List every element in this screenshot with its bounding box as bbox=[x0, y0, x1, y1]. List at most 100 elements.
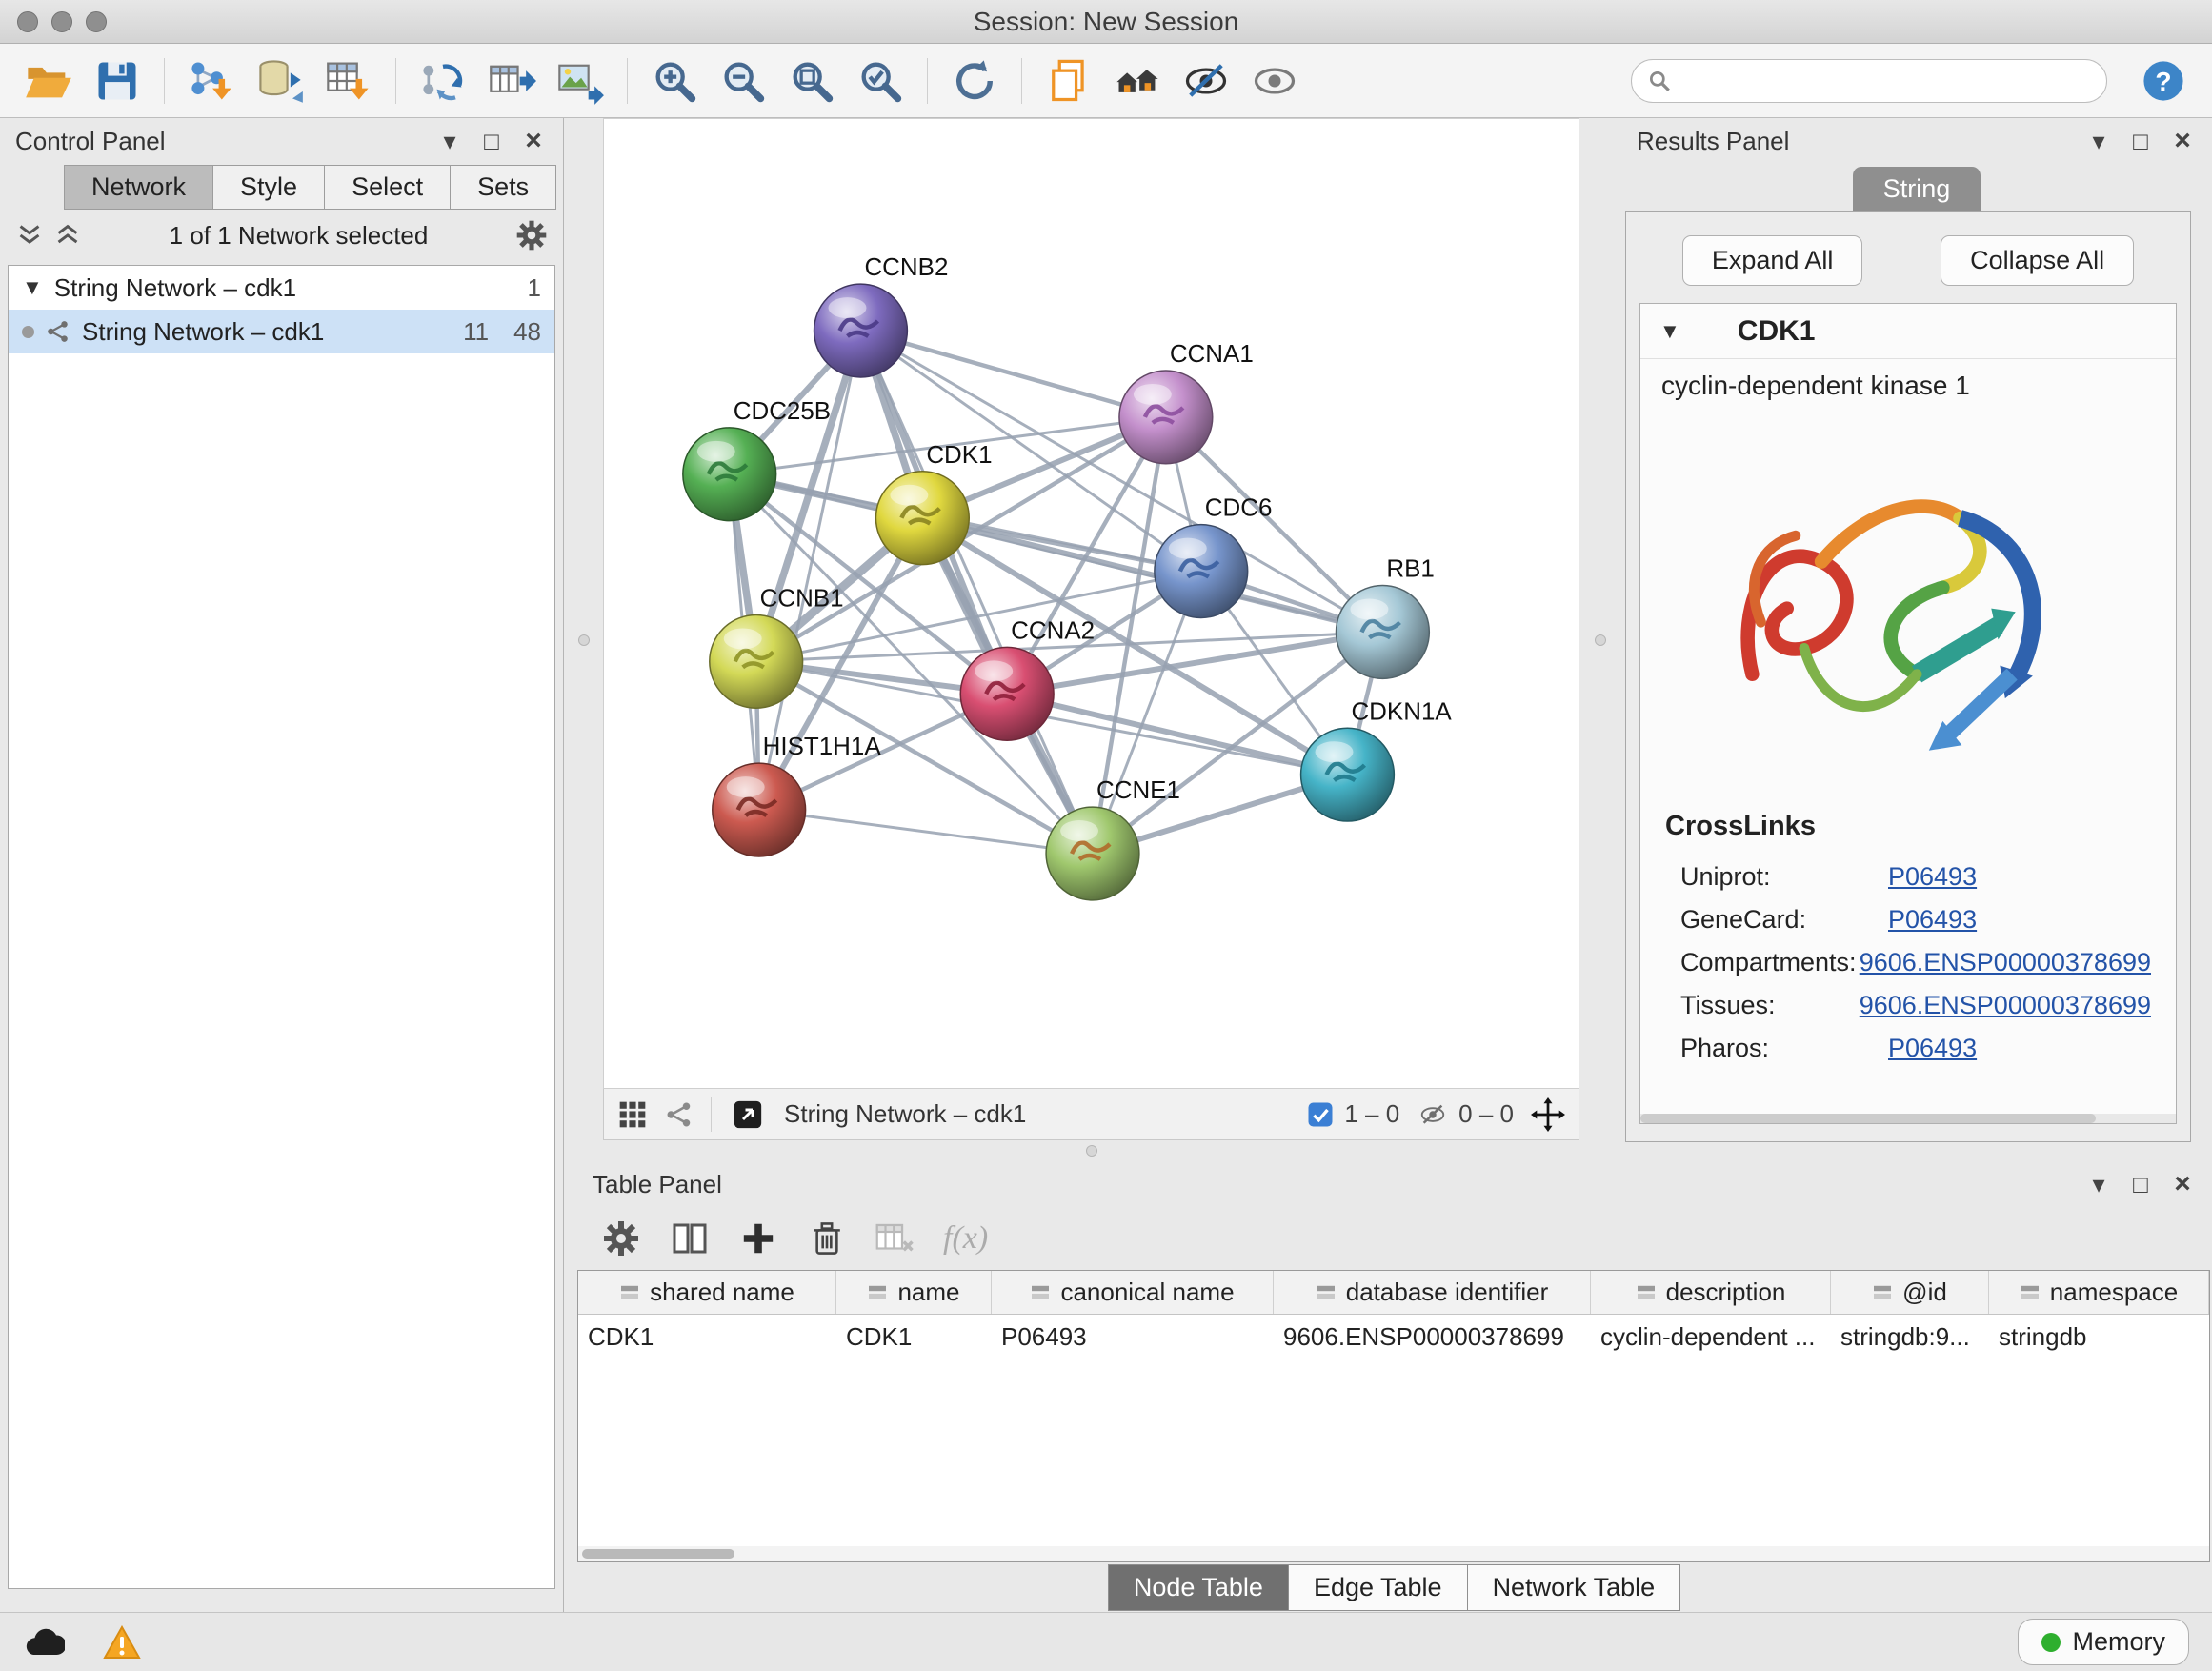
tab-sets[interactable]: Sets bbox=[450, 165, 556, 210]
zoom-fit-button[interactable] bbox=[780, 50, 843, 111]
network-edge[interactable] bbox=[759, 810, 1093, 854]
pharos-link[interactable]: P06493 bbox=[1888, 1034, 1977, 1063]
zoom-selected-button[interactable] bbox=[849, 50, 912, 111]
cloud-status-icon[interactable] bbox=[23, 1627, 65, 1658]
column-header-name[interactable]: name bbox=[836, 1271, 992, 1314]
cell-shared-name[interactable]: CDK1 bbox=[578, 1315, 836, 1357]
zoom-out-button[interactable] bbox=[712, 50, 774, 111]
network-node-CCNA2[interactable] bbox=[960, 647, 1054, 740]
tab-edge-table[interactable]: Edge Table bbox=[1288, 1564, 1468, 1611]
hide-selected-button[interactable] bbox=[1175, 50, 1237, 111]
add-column-button[interactable] bbox=[737, 1218, 779, 1259]
close-panel-icon[interactable]: × bbox=[2168, 125, 2197, 157]
expand-all-icon[interactable] bbox=[53, 223, 82, 248]
tab-network-table[interactable]: Network Table bbox=[1467, 1564, 1681, 1611]
network-edge[interactable] bbox=[860, 331, 1165, 417]
close-window-button[interactable] bbox=[17, 11, 38, 32]
network-options-gear-icon[interactable] bbox=[515, 219, 548, 252]
card-scrollbar[interactable] bbox=[1640, 1114, 2176, 1123]
tab-select[interactable]: Select bbox=[324, 165, 451, 210]
network-node-CDC6[interactable] bbox=[1155, 525, 1248, 618]
export-image-button[interactable] bbox=[549, 50, 612, 111]
apply-layout-button[interactable] bbox=[943, 50, 1006, 111]
table-horizontal-scrollbar[interactable] bbox=[578, 1546, 2209, 1561]
selected-checkbox-icon[interactable] bbox=[1306, 1100, 1335, 1129]
network-node-CCNE1[interactable] bbox=[1046, 807, 1139, 900]
cell-namespace[interactable]: stringdb bbox=[1989, 1315, 2209, 1357]
network-node-CCNA1[interactable] bbox=[1119, 371, 1213, 464]
network-graph[interactable]: CCNB2CCNA1CDC25BCDK1CDC6RB1CCNB1CCNA2CDK… bbox=[604, 119, 1579, 1088]
export-table-button[interactable] bbox=[480, 50, 543, 111]
splitter-handle[interactable] bbox=[578, 634, 590, 646]
delete-column-button[interactable] bbox=[806, 1218, 848, 1259]
new-network-from-selection-button[interactable] bbox=[412, 50, 474, 111]
open-session-button[interactable] bbox=[17, 50, 80, 111]
splitter-handle[interactable] bbox=[1086, 1145, 1097, 1157]
cell-database-identifier[interactable]: 9606.ENSP00000378699 bbox=[1274, 1315, 1591, 1357]
network-node-CDKN1A[interactable] bbox=[1301, 728, 1395, 821]
search-input[interactable] bbox=[1681, 66, 2091, 95]
scrollbar-thumb[interactable] bbox=[1640, 1114, 2096, 1123]
column-header-namespace[interactable]: namespace bbox=[1989, 1271, 2209, 1314]
cell-description[interactable]: cyclin-dependent ... bbox=[1591, 1315, 1831, 1357]
warning-icon[interactable] bbox=[103, 1625, 141, 1660]
zoom-in-button[interactable] bbox=[643, 50, 706, 111]
cell-name[interactable]: CDK1 bbox=[836, 1315, 992, 1357]
collapse-panel-icon[interactable]: ▾ bbox=[2084, 127, 2113, 156]
tab-node-table[interactable]: Node Table bbox=[1108, 1564, 1289, 1611]
gene-expand-icon[interactable]: ▼ bbox=[1659, 319, 1680, 344]
copy-annotations-button[interactable] bbox=[1037, 50, 1100, 111]
column-header-shared-name[interactable]: shared name bbox=[578, 1271, 836, 1314]
import-network-database-button[interactable] bbox=[249, 50, 312, 111]
vertical-splitter[interactable] bbox=[1579, 118, 1621, 1161]
column-header-id[interactable]: @id bbox=[1831, 1271, 1989, 1314]
tissues-link[interactable]: 9606.ENSP00000378699 bbox=[1860, 991, 2151, 1020]
save-session-button[interactable] bbox=[86, 50, 149, 111]
collapse-panel-icon[interactable]: ▾ bbox=[435, 127, 464, 156]
network-collection-row[interactable]: ▼ String Network – cdk1 1 bbox=[9, 266, 554, 310]
collapse-panel-icon[interactable]: ▾ bbox=[2084, 1170, 2113, 1199]
show-columns-button[interactable] bbox=[669, 1218, 711, 1259]
column-header-canonical-name[interactable]: canonical name bbox=[992, 1271, 1274, 1314]
table-settings-button[interactable] bbox=[600, 1218, 642, 1259]
pan-crosshair-icon[interactable] bbox=[1531, 1097, 1565, 1132]
horizontal-splitter[interactable] bbox=[603, 1140, 1579, 1161]
splitter-handle[interactable] bbox=[1595, 634, 1606, 646]
delete-table-button-disabled[interactable] bbox=[875, 1218, 916, 1259]
tab-style[interactable]: Style bbox=[212, 165, 325, 210]
column-header-database-identifier[interactable]: database identifier bbox=[1274, 1271, 1591, 1314]
network-node-CCNB2[interactable] bbox=[814, 284, 908, 377]
network-node-RB1[interactable] bbox=[1336, 586, 1429, 679]
memory-button[interactable]: Memory bbox=[2018, 1619, 2189, 1665]
cell-id[interactable]: stringdb:9... bbox=[1831, 1315, 1989, 1357]
column-header-description[interactable]: description bbox=[1591, 1271, 1831, 1314]
scrollbar-thumb[interactable] bbox=[582, 1549, 734, 1559]
network-edge[interactable] bbox=[860, 331, 1093, 854]
genecard-link[interactable]: P06493 bbox=[1888, 905, 1977, 935]
function-builder-button[interactable]: f(x) bbox=[943, 1220, 988, 1257]
import-table-file-button[interactable] bbox=[317, 50, 380, 111]
tab-network[interactable]: Network bbox=[64, 165, 213, 210]
open-in-new-window-icon[interactable] bbox=[729, 1096, 767, 1134]
table-row[interactable]: CDK1 CDK1 P06493 9606.ENSP00000378699 cy… bbox=[578, 1315, 2209, 1357]
float-panel-icon[interactable]: □ bbox=[2126, 127, 2155, 156]
birds-eye-view-icon[interactable] bbox=[617, 1099, 648, 1130]
network-node-CDC25B[interactable] bbox=[683, 428, 776, 521]
float-panel-icon[interactable]: □ bbox=[2126, 1170, 2155, 1199]
expand-all-button[interactable]: Expand All bbox=[1682, 235, 1863, 286]
minimize-window-button[interactable] bbox=[51, 11, 72, 32]
hidden-eye-slash-icon[interactable] bbox=[1417, 1100, 1449, 1129]
network-node-CCNB1[interactable] bbox=[710, 614, 803, 708]
cell-canonical-name[interactable]: P06493 bbox=[992, 1315, 1274, 1357]
tab-string[interactable]: String bbox=[1853, 167, 1981, 211]
help-button[interactable]: ? bbox=[2132, 50, 2195, 111]
network-canvas[interactable]: CCNB2CCNA1CDC25BCDK1CDC6RB1CCNB1CCNA2CDK… bbox=[603, 118, 1579, 1089]
zoom-window-button[interactable] bbox=[86, 11, 107, 32]
show-all-button[interactable] bbox=[1243, 50, 1306, 111]
network-row-selected[interactable]: String Network – cdk1 1148 bbox=[9, 310, 554, 353]
collection-expand-icon[interactable]: ▼ bbox=[22, 275, 43, 300]
import-network-file-button[interactable] bbox=[180, 50, 243, 111]
collapse-all-button[interactable]: Collapse All bbox=[1941, 235, 2134, 286]
network-share-icon[interactable] bbox=[665, 1100, 694, 1129]
network-node-CDK1[interactable] bbox=[875, 472, 969, 565]
